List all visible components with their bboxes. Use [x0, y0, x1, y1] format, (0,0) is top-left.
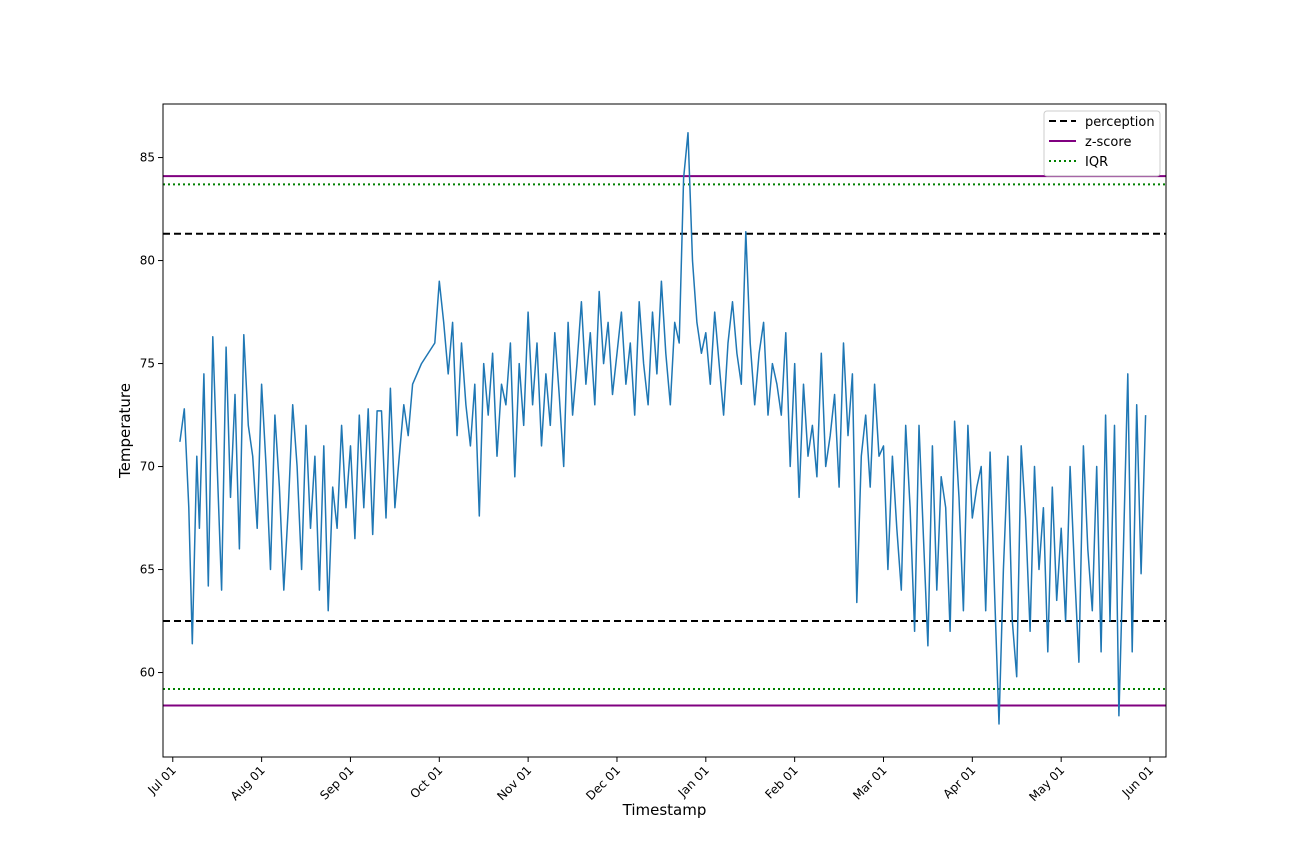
plot-area — [163, 132, 1166, 725]
line-chart: Jul 01 Aug 01 Sep 01 Oct 01 Nov 01 Dec 01 Jan … — [116, 103, 1167, 819]
legend: perception z-score IQR — [1043, 110, 1161, 177]
x-tick-label: Dec 01 — [583, 763, 623, 803]
x-tick-label: Oct 01 — [407, 763, 445, 801]
x-axis-label: Timestamp — [622, 801, 707, 819]
y-tick-label: 70 — [140, 460, 155, 474]
legend-label-z-score: z-score — [1085, 135, 1131, 150]
y-tick-label: 85 — [140, 151, 155, 165]
x-tick-label: Apr 01 — [940, 763, 978, 801]
x-axis: Jul 01 Aug 01 Sep 01 Oct 01 Nov 01 Dec 01 Jan … — [145, 757, 1156, 804]
x-tick-label: Mar 01 — [850, 763, 889, 802]
x-tick-label: Feb 01 — [762, 763, 800, 801]
y-tick-label: 80 — [140, 254, 155, 268]
y-tick-label: 75 — [140, 357, 155, 371]
y-axis-label: Temperature — [116, 383, 134, 479]
x-tick-label: Jun 01 — [1119, 763, 1156, 800]
y-axis: 60 65 70 75 80 85 — [140, 151, 163, 680]
temperature-series-line — [179, 132, 1147, 725]
x-tick-label: Jul 01 — [145, 763, 179, 797]
y-tick-label: 65 — [140, 563, 155, 577]
legend-label-perception: perception — [1085, 115, 1155, 130]
y-tick-label: 60 — [140, 666, 155, 680]
x-tick-label: Aug 01 — [228, 763, 268, 803]
x-tick-label: Nov 01 — [494, 763, 534, 803]
x-tick-label: Jan 01 — [675, 763, 712, 800]
x-tick-label: Sep 01 — [317, 763, 356, 802]
x-tick-label: May 01 — [1026, 763, 1067, 804]
legend-label-IQR: IQR — [1085, 155, 1108, 170]
